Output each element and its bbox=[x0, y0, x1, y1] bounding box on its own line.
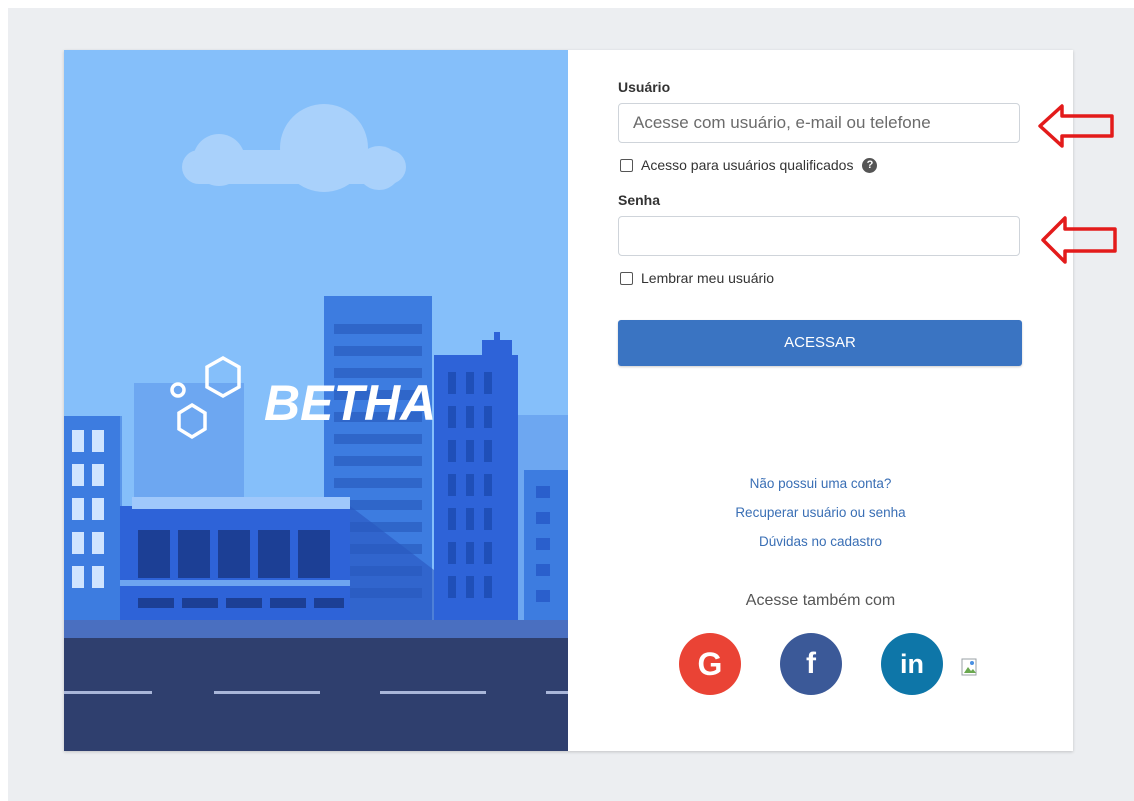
linkedin-icon: in bbox=[900, 648, 924, 679]
facebook-icon: f bbox=[806, 647, 816, 680]
login-form-panel: Usuário Acesso para usuários qualificado… bbox=[568, 50, 1073, 751]
city-illustration: BETHA bbox=[64, 50, 568, 751]
help-icon[interactable]: ? bbox=[862, 157, 878, 173]
qualified-access-label: Acesso para usuários qualificados bbox=[641, 157, 854, 173]
brand-logo-text: BETHA bbox=[264, 375, 436, 431]
broken-image-icon bbox=[961, 658, 977, 676]
username-input[interactable] bbox=[618, 103, 1020, 143]
social-login-title: Acesse também com bbox=[745, 592, 896, 609]
signup-help-link[interactable]: Dúvidas no cadastro bbox=[568, 534, 1073, 549]
login-card: BETHA Usuário Acesso para usuários quali… bbox=[64, 50, 1073, 751]
recover-account-link[interactable]: Recuperar usuário ou senha bbox=[568, 505, 1073, 520]
annotation-arrow-icon bbox=[1041, 216, 1117, 264]
login-button[interactable]: ACESSAR bbox=[618, 320, 1022, 366]
remember-user-checkbox[interactable] bbox=[620, 271, 633, 285]
google-login-button[interactable]: G bbox=[679, 633, 741, 695]
facebook-login-button[interactable]: f bbox=[780, 633, 842, 695]
password-label: Senha bbox=[618, 192, 661, 208]
qualified-access-row: Acesso para usuários qualificados ? bbox=[620, 157, 878, 173]
annotation-arrow-icon bbox=[1038, 104, 1114, 148]
password-input[interactable] bbox=[618, 216, 1020, 256]
create-account-link[interactable]: Não possui uma conta? bbox=[568, 476, 1073, 491]
linkedin-login-button[interactable]: in bbox=[881, 633, 943, 695]
google-icon: G bbox=[697, 645, 723, 682]
username-label: Usuário bbox=[618, 79, 671, 95]
qualified-access-checkbox[interactable] bbox=[620, 158, 633, 172]
remember-user-label: Lembrar meu usuário bbox=[641, 270, 775, 286]
remember-user-row: Lembrar meu usuário bbox=[620, 270, 774, 286]
